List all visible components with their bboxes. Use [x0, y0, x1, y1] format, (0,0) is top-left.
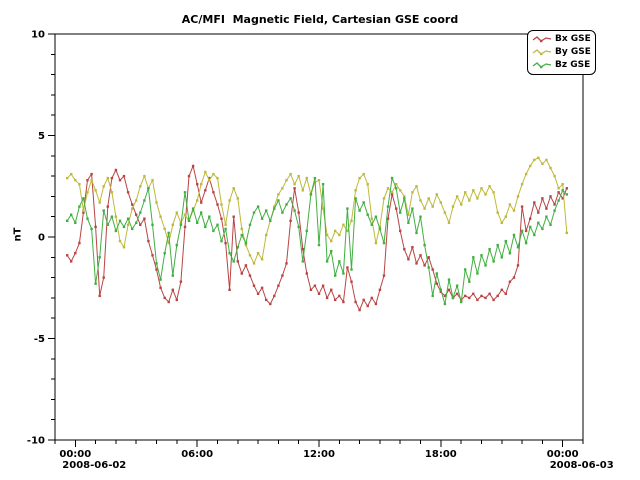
svg-text:18:00: 18:00 [425, 449, 457, 460]
svg-text:00:00: 00:00 [59, 449, 91, 460]
svg-text:-5: -5 [34, 334, 45, 345]
svg-text:00:00: 00:00 [547, 449, 579, 460]
svg-text:5: 5 [38, 131, 45, 142]
legend-box: Bx GSE By GSE Bz GSE [527, 30, 596, 75]
svg-text:12:00: 12:00 [303, 449, 335, 460]
svg-text:0: 0 [38, 233, 45, 244]
series-bz-gse [66, 177, 568, 305]
legend-label-by: By GSE [555, 46, 591, 59]
legend-label-bx: Bx GSE [555, 33, 591, 46]
svg-text:06:00: 06:00 [181, 449, 213, 460]
svg-text:10: 10 [31, 30, 45, 41]
legend-label-bz: Bz GSE [555, 59, 590, 72]
svg-text:2008-06-03: 2008-06-03 [550, 460, 614, 471]
svg-text:-10: -10 [27, 436, 45, 447]
legend-entry-bz: Bz GSE [532, 59, 591, 72]
legend-entry-bx: Bx GSE [532, 33, 591, 46]
legend-line-sample-bz-icon [532, 61, 552, 70]
chart-page: AC/MFI Magnetic Field, Cartesian GSE coo… [0, 0, 640, 480]
legend-line-sample-by-icon [532, 48, 552, 57]
svg-text:2008-06-02: 2008-06-02 [62, 460, 126, 471]
legend-line-sample-bx-icon [532, 35, 552, 44]
legend-entry-by: By GSE [532, 46, 591, 59]
